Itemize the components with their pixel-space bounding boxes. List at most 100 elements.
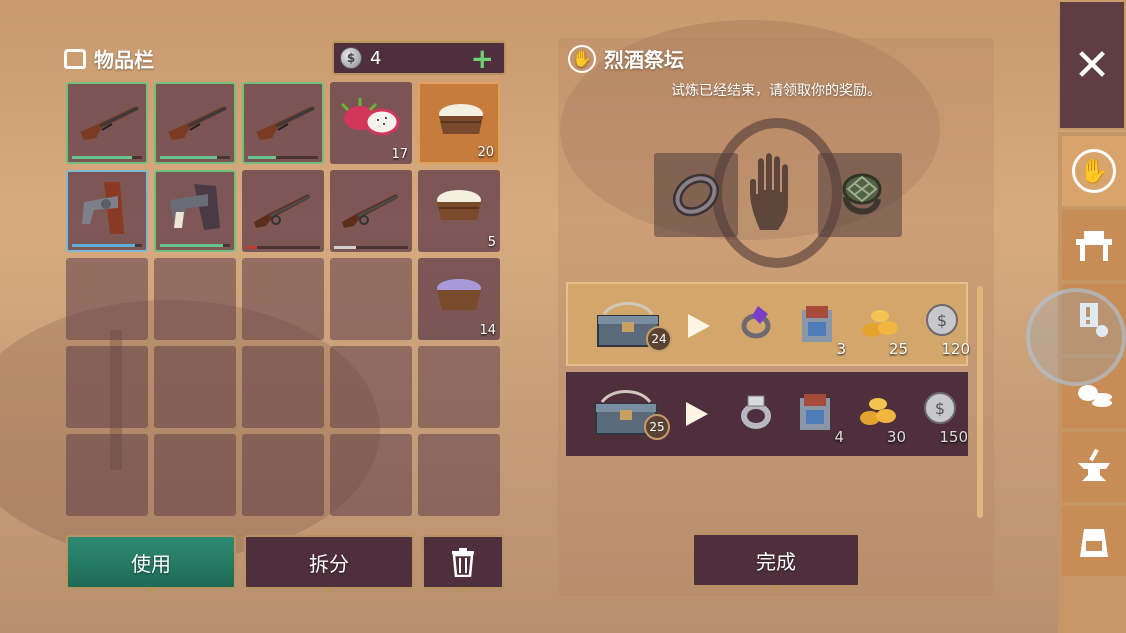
- inventory-slot-rifle[interactable]: [242, 82, 324, 164]
- item-quantity: 17: [391, 147, 408, 162]
- reward-item[interactable]: 25: [852, 296, 908, 358]
- revolver-holster-icon: [68, 172, 146, 250]
- inventory-slot-empty[interactable]: [330, 434, 412, 516]
- altar-message: 试炼已经结束，请领取你的奖励。: [671, 83, 881, 99]
- inventory-slot-empty[interactable]: [66, 346, 148, 428]
- reward-quantity: 3: [836, 340, 846, 358]
- rifle-icon: [156, 84, 234, 162]
- hand-icon: ✋: [1072, 149, 1116, 193]
- currency-bar: $ 4 +: [332, 41, 506, 75]
- add-currency-button[interactable]: +: [471, 45, 494, 73]
- inventory-slot-empty[interactable]: [154, 346, 236, 428]
- silver-coin-icon: $: [912, 384, 968, 426]
- inventory-slot-rifle[interactable]: [66, 82, 148, 164]
- altar-header: ✋ 烈酒祭坛: [568, 44, 684, 73]
- recipe-scrollbar[interactable]: [977, 286, 983, 518]
- inventory-slot-bowl-cream[interactable]: 5: [418, 170, 500, 252]
- rifle-lever-icon: [242, 170, 324, 252]
- reward-quantity: 120: [941, 340, 970, 358]
- recipe-level: 24: [646, 326, 672, 352]
- inventory-slot-rifle-lever[interactable]: [330, 170, 412, 252]
- anvil-icon: [1078, 448, 1110, 481]
- silver-coin-icon: $: [340, 47, 362, 69]
- rifle-icon: [244, 84, 322, 162]
- arrow-icon: [686, 402, 708, 426]
- gold-nuggets-icon: [850, 384, 906, 430]
- workbench-icon: [1076, 231, 1112, 261]
- inventory-header: 物品栏: [64, 44, 154, 73]
- supply-pack-icon: [788, 384, 844, 434]
- durability-bar: [160, 156, 230, 159]
- inventory-slot-empty[interactable]: [330, 258, 412, 340]
- inventory-slot-empty[interactable]: [242, 258, 324, 340]
- tab-anvil[interactable]: [1062, 432, 1126, 502]
- offering-slot-left[interactable]: [654, 153, 738, 237]
- inventory-slot-revolver[interactable]: [154, 170, 236, 252]
- reward-quantity: 30: [886, 428, 906, 446]
- reward-item[interactable]: [730, 296, 786, 356]
- reward-item[interactable]: 4: [788, 384, 844, 446]
- recipe-row[interactable]: 25 4 30 $150: [566, 372, 968, 456]
- movement-joystick[interactable]: [1026, 288, 1126, 386]
- reward-item[interactable]: $120: [914, 296, 970, 358]
- arrow-icon: [688, 314, 710, 338]
- split-button[interactable]: 拆分: [244, 535, 414, 595]
- durability-bar: [72, 244, 142, 247]
- inventory-slot-empty[interactable]: [418, 434, 500, 516]
- done-button[interactable]: 完成: [692, 533, 860, 593]
- use-button[interactable]: 使用: [66, 535, 236, 595]
- silver-ring-icon: [728, 384, 784, 430]
- inventory-slot-empty[interactable]: [330, 346, 412, 428]
- rifle-lever-icon: [330, 170, 412, 252]
- tab-backpack[interactable]: [1062, 506, 1126, 576]
- inventory-title: 物品栏: [94, 48, 154, 72]
- backpack-icon: [64, 48, 86, 69]
- reward-item[interactable]: [728, 384, 784, 444]
- inventory-slot-empty[interactable]: [66, 258, 148, 340]
- recipe-row[interactable]: 24 3 25 $120: [566, 282, 970, 366]
- durability-bar: [72, 156, 142, 159]
- inventory-grid: 17 20 5 14: [66, 82, 500, 516]
- inventory-slot-revolver-holster[interactable]: [66, 170, 148, 252]
- altar-hand-icon: [750, 153, 788, 230]
- inventory-slot-empty[interactable]: [154, 434, 236, 516]
- inventory-slot-empty[interactable]: [242, 346, 324, 428]
- inventory-slot-rifle[interactable]: [154, 82, 236, 164]
- svg-text:$: $: [937, 311, 947, 330]
- supply-pack-icon: [790, 296, 846, 346]
- revolver-icon: [156, 172, 234, 250]
- durability-bar: [334, 246, 408, 249]
- jade-ring-icon: [842, 173, 882, 215]
- rifle-icon: [68, 84, 146, 162]
- trash-button[interactable]: [422, 535, 504, 595]
- inventory-slot-empty[interactable]: [154, 258, 236, 340]
- reward-quantity: 150: [939, 428, 968, 446]
- inventory-slot-rifle-lever[interactable]: [242, 170, 324, 252]
- durability-bar: [160, 244, 230, 247]
- close-icon: ✕: [1073, 39, 1111, 91]
- recipe-level: 25: [644, 414, 670, 440]
- reward-item[interactable]: $150: [912, 384, 968, 446]
- svg-text:$: $: [935, 399, 945, 418]
- currency-count: 4: [370, 47, 382, 69]
- trash-icon: [452, 548, 474, 577]
- inventory-slot-dragonfruit[interactable]: 17: [330, 82, 412, 164]
- tab-altar[interactable]: ✋: [1062, 136, 1126, 206]
- inventory-slot-bowl-cream[interactable]: 20: [418, 82, 500, 164]
- reward-item[interactable]: 30: [850, 384, 906, 446]
- item-quantity: 14: [479, 323, 496, 338]
- tab-workbench[interactable]: [1062, 210, 1126, 280]
- reward-item[interactable]: 3: [790, 296, 846, 358]
- inventory-slot-empty[interactable]: [66, 434, 148, 516]
- close-button[interactable]: ✕: [1058, 0, 1126, 130]
- offering-slot-right[interactable]: [818, 153, 902, 237]
- item-quantity: 5: [487, 235, 496, 250]
- inventory-slot-empty[interactable]: [242, 434, 324, 516]
- altar-title: 烈酒祭坛: [604, 48, 684, 72]
- purple-ring-icon: [730, 296, 786, 342]
- reward-quantity: 25: [888, 340, 908, 358]
- inventory-slot-bowl-purple[interactable]: 14: [418, 258, 500, 340]
- inventory-slot-empty[interactable]: [418, 346, 500, 428]
- item-quantity: 20: [477, 145, 494, 160]
- durability-bar: [248, 156, 318, 159]
